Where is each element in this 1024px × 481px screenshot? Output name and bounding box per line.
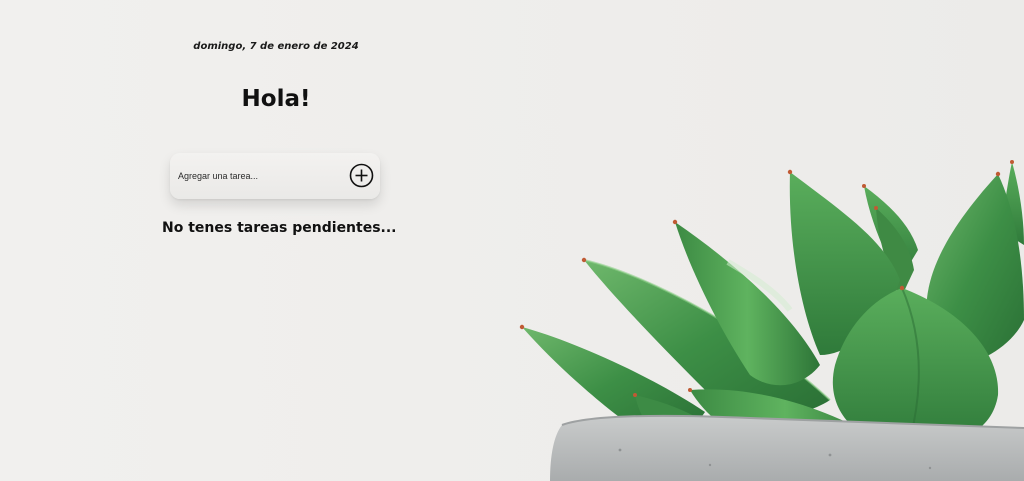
greeting-title: Hola! [241,86,311,112]
succulent-plant-image [519,160,1024,481]
add-task-button[interactable] [349,163,374,188]
task-input[interactable] [178,167,338,185]
current-date: domingo, 7 de enero de 2024 [193,41,359,52]
plus-circle-icon [349,163,374,188]
empty-tasks-message: No tenes tareas pendientes... [162,220,397,236]
add-task-form [170,153,380,199]
